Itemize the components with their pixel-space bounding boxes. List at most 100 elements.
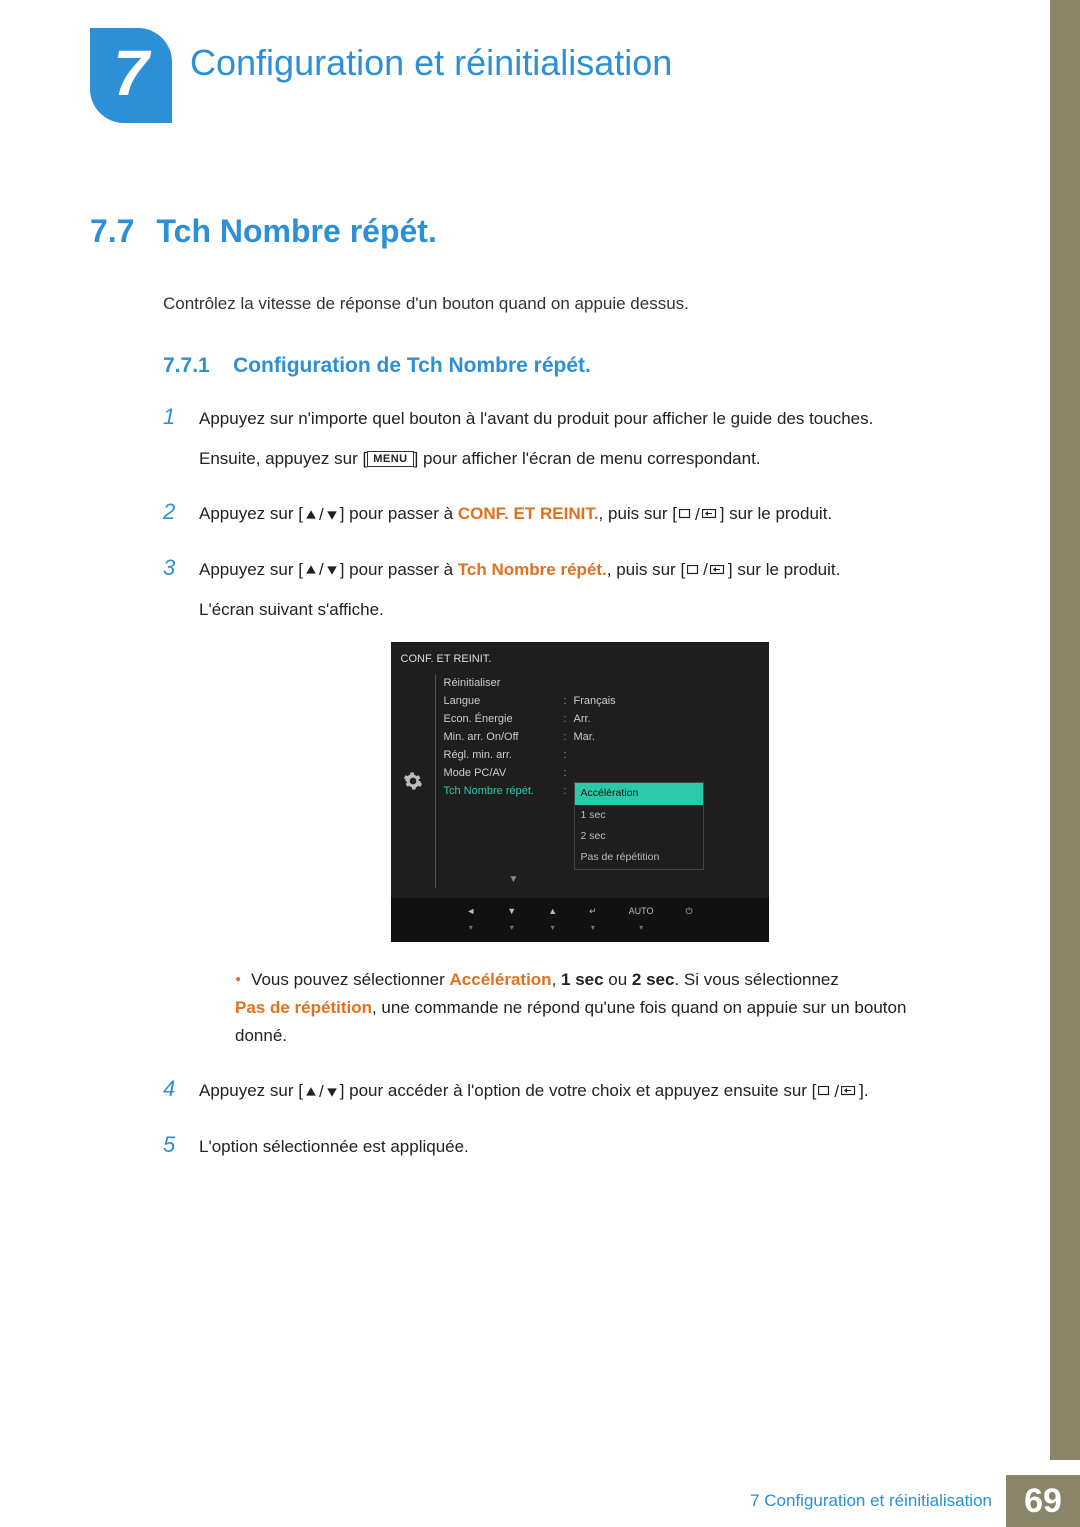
osd-row: Langue:Français — [444, 692, 769, 710]
osd-label: Min. arr. On/Off — [444, 728, 564, 746]
section-body: 7.7 Tch Nombre répét. Contrôlez la vites… — [0, 123, 1080, 1173]
subsection-heading: 7.7.1 Configuration de Tch Nombre répét. — [163, 354, 960, 378]
step-5-text: L'option sélectionnée est appliquée. — [199, 1133, 469, 1161]
page-number: 69 — [1006, 1475, 1080, 1527]
text-fragment: ] sur le produit. — [720, 504, 832, 523]
gear-icon — [403, 771, 423, 791]
bullet-icon: ● — [235, 974, 241, 985]
select-enter-icon: / — [677, 501, 720, 529]
menu-button-icon: MENU — [367, 451, 413, 467]
option-acceleration: Accélération — [450, 970, 552, 989]
text-fragment: Vous pouvez sélectionner — [251, 970, 449, 989]
step-number: 4 — [163, 1076, 181, 1102]
osd-nav-icon: ▲▾ — [548, 904, 557, 934]
step-3: 3 Appuyez sur [/] pour passer à Tch Nomb… — [163, 555, 960, 1063]
section-number: 7.7 — [90, 213, 134, 250]
step-text: L'option sélectionnée est appliquée. — [199, 1133, 469, 1173]
step-list: 1 Appuyez sur n'importe quel bouton à l'… — [163, 404, 960, 1173]
section-heading: 7.7 Tch Nombre répét. — [90, 213, 960, 250]
step-number: 1 — [163, 404, 181, 430]
section-intro: Contrôlez la vitesse de réponse d'un bou… — [163, 294, 960, 314]
select-enter-icon: / — [816, 1078, 859, 1106]
bullet-note: ●Vous pouvez sélectionner Accélération, … — [235, 966, 960, 1050]
up-down-icon: / — [303, 556, 340, 584]
text-fragment: ] pour afficher l'écran de menu correspo… — [414, 449, 761, 468]
text-fragment: . Si vous sélectionnez — [674, 970, 838, 989]
osd-option-selected: Accélération — [575, 783, 703, 804]
osd-value: Arr. — [574, 710, 591, 728]
osd-options-popup: Accélération 1 sec 2 sec Pas de répétiti… — [574, 782, 704, 869]
up-down-icon: / — [303, 1078, 340, 1106]
text-fragment: ]. — [859, 1081, 868, 1100]
text-fragment: ] pour accéder à l'option de votre choix… — [340, 1081, 817, 1100]
chapter-number-badge: 7 — [90, 28, 172, 123]
osd-value: Français — [574, 692, 616, 710]
text-fragment: Appuyez sur [ — [199, 504, 303, 523]
osd-row: Econ. Énergie:Arr. — [444, 710, 769, 728]
option-1sec: 1 sec — [561, 970, 604, 989]
step-2: 2 Appuyez sur [/] pour passer à CONF. ET… — [163, 499, 960, 541]
subsection: 7.7.1 Configuration de Tch Nombre répét.… — [163, 354, 960, 1173]
osd-value: Mar. — [574, 728, 595, 746]
osd-option: 1 sec — [575, 805, 703, 826]
subsection-title: Configuration de Tch Nombre répét. — [233, 354, 591, 377]
osd-nav-icon: ▼▾ — [507, 904, 516, 934]
osd-nav-power-icon: ⏻ — [686, 904, 693, 934]
step-number: 5 — [163, 1132, 181, 1158]
text-fragment: ] sur le produit. — [728, 560, 840, 579]
step-5: 5 L'option sélectionnée est appliquée. — [163, 1132, 960, 1173]
osd-list: Réinitialiser Langue:Français Econ. Éner… — [435, 674, 769, 888]
osd-label: Langue — [444, 692, 564, 710]
osd-row: Mode PC/AV: — [444, 764, 769, 782]
osd-label: Régl. min. arr. — [444, 746, 564, 764]
osd-option: 2 sec — [575, 826, 703, 847]
select-enter-icon: / — [685, 556, 728, 584]
text-fragment: , puis sur [ — [599, 504, 677, 523]
text-fragment: ou — [604, 970, 632, 989]
text-fragment: Appuyez sur [ — [199, 560, 303, 579]
step-1-line-1: Appuyez sur n'importe quel bouton à l'av… — [199, 405, 873, 433]
option-2sec: 2 sec — [632, 970, 675, 989]
text-fragment: ] pour passer à — [340, 560, 458, 579]
up-down-icon: / — [303, 501, 340, 529]
chapter-title: Configuration et réinitialisation — [190, 42, 672, 84]
osd-bottom-bar: ◄▾ ▼▾ ▲▾ ↵▾ AUTO▾ ⏻ — [391, 898, 769, 942]
step-number: 2 — [163, 499, 181, 525]
menu-target: Tch Nombre répét. — [458, 560, 607, 579]
osd-option: Pas de répétition — [575, 847, 703, 868]
osd-nav-icon: ↵▾ — [589, 904, 597, 934]
chevron-down-icon: ▼ — [504, 872, 524, 889]
osd-row: Min. arr. On/Off:Mar. — [444, 728, 769, 746]
osd-nav-icon: ◄▾ — [466, 904, 475, 934]
text-fragment: Ensuite, appuyez sur [ — [199, 449, 367, 468]
osd-row: Réinitialiser — [444, 674, 769, 692]
osd-label: Econ. Énergie — [444, 710, 564, 728]
subsection-number: 7.7.1 — [163, 354, 210, 377]
step-text: Appuyez sur [/] pour passer à Tch Nombre… — [199, 556, 960, 1063]
text-fragment: , puis sur [ — [607, 560, 685, 579]
step-4: 4 Appuyez sur [/] pour accéder à l'optio… — [163, 1076, 960, 1118]
step-text: Appuyez sur [/] pour passer à CONF. ET R… — [199, 500, 832, 541]
osd-label-active: Tch Nombre répét. — [444, 782, 564, 800]
step-1-line-2: Ensuite, appuyez sur [MENU] pour affiche… — [199, 445, 873, 473]
step-3-after: L'écran suivant s'affiche. — [199, 596, 960, 624]
osd-row: Régl. min. arr.: — [444, 746, 769, 764]
step-text: Appuyez sur [/] pour accéder à l'option … — [199, 1077, 869, 1118]
step-1: 1 Appuyez sur n'importe quel bouton à l'… — [163, 404, 960, 485]
osd-screenshot: CONF. ET REINIT. Réinitialiser Langue:Fr… — [391, 642, 769, 942]
step-text: Appuyez sur n'importe quel bouton à l'av… — [199, 405, 873, 485]
text-fragment: , — [552, 970, 561, 989]
osd-title: CONF. ET REINIT. — [391, 642, 769, 674]
osd-label: Réinitialiser — [444, 674, 564, 692]
footer-text: 7 Configuration et réinitialisation — [750, 1475, 1006, 1527]
osd-nav-auto: AUTO▾ — [629, 904, 654, 934]
section-title: Tch Nombre répét. — [156, 213, 436, 250]
osd-icon-column — [391, 674, 435, 888]
osd-label: Mode PC/AV — [444, 764, 564, 782]
side-accent-bar — [1050, 0, 1080, 1460]
option-no-repeat: Pas de répétition — [235, 998, 372, 1017]
page-footer: 7 Configuration et réinitialisation 69 — [750, 1475, 1080, 1527]
menu-target: CONF. ET REINIT. — [458, 504, 599, 523]
text-fragment: ] pour passer à — [340, 504, 458, 523]
step-number: 3 — [163, 555, 181, 581]
